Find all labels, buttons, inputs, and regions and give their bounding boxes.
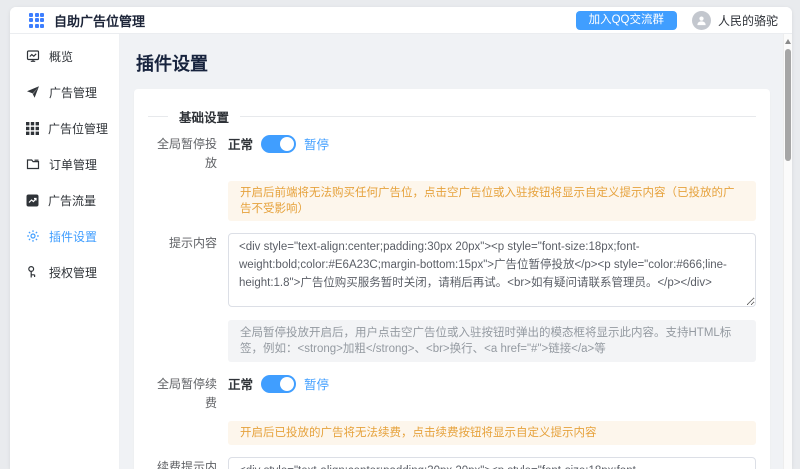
renewal-prompt-content-label: 续费提示内容: [156, 460, 217, 469]
avatar[interactable]: [691, 10, 711, 30]
paper-plane-icon: [27, 86, 39, 98]
username[interactable]: 人民的骆驼: [718, 12, 778, 29]
page-title: 插件设置: [136, 54, 208, 74]
key-icon: [28, 265, 36, 278]
gear-icon: [27, 230, 39, 242]
sidebar-item-label: 广告管理: [49, 85, 98, 100]
pause-renewal-state-normal: 正常: [228, 378, 254, 392]
renewal-prompt-content-textarea[interactable]: <div style="text-align:center;padding:30…: [228, 457, 756, 469]
pause-delivery-warning: 开启后前端将无法购买任何广告位，点击空广告位或入驻按钮将显示自定义提示内容（已投…: [228, 181, 756, 221]
pause-delivery-label: 全局暂停投放: [156, 137, 217, 170]
sidebar-item-authorization-management[interactable]: 授权管理: [10, 254, 119, 290]
sidebar-item-label: 授权管理: [49, 265, 98, 280]
pause-delivery-state-paused: 暂停: [304, 138, 330, 152]
folder-icon: [26, 159, 40, 170]
grid-icon: [26, 121, 39, 135]
sidebar-item-label: 概览: [49, 49, 74, 64]
pause-delivery-switch[interactable]: [261, 134, 297, 153]
sidebar-item-ad-slot-management[interactable]: 广告位管理: [10, 110, 119, 146]
sidebar-item-label: 广告位管理: [48, 121, 109, 136]
section-divider: 基础设置: [148, 107, 756, 126]
sidebar-item-ad-management[interactable]: 广告管理: [10, 74, 119, 110]
sidebar-item-plugin-settings[interactable]: 插件设置: [10, 218, 119, 254]
section-title: 基础设置: [179, 111, 230, 125]
user-icon: [697, 16, 706, 25]
sidebar-item-overview[interactable]: 概览: [10, 38, 119, 74]
prompt-content-help: 全局暂停投放开启后，用户点击空广告位或入驻按钮时弹出的模态框将显示此内容。支持H…: [228, 320, 756, 362]
sidebar-item-label: 订单管理: [49, 157, 98, 172]
chart-icon: [26, 194, 39, 206]
sidebar-item-ad-traffic[interactable]: 广告流量: [10, 182, 119, 218]
join-qq-button[interactable]: 加入QQ交流群: [575, 10, 677, 30]
pause-renewal-switch[interactable]: [261, 374, 297, 393]
dashboard-icon: [26, 50, 40, 62]
pause-renewal-label: 全局暂停续费: [156, 377, 217, 410]
app-title: 自助广告位管理: [54, 13, 146, 29]
app-window: 自助广告位管理 加入QQ交流群 人民的骆驼 概览 广告管理 广告位管理 订单管理…: [10, 7, 792, 469]
settings-card: 基础设置 全局暂停投放 正常 暂停 开启后前端将无法购买任何广告位，点击空广告位…: [134, 89, 770, 469]
scroll-up-icon[interactable]: [785, 39, 791, 44]
app-grid-icon: [29, 12, 44, 28]
sidebar-item-label: 插件设置: [49, 229, 98, 244]
sidebar-item-label: 广告流量: [48, 193, 97, 208]
prompt-content-textarea[interactable]: <div style="text-align:center;padding:30…: [228, 233, 756, 307]
pause-renewal-state-paused: 暂停: [304, 378, 330, 392]
switch-knob: [280, 376, 295, 391]
scrollbar-track[interactable]: [783, 34, 792, 469]
sidebar: 概览 广告管理 广告位管理 订单管理 广告流量 插件设置 授权管理: [10, 34, 120, 469]
sidebar-item-order-management[interactable]: 订单管理: [10, 146, 119, 182]
pause-delivery-state-normal: 正常: [228, 138, 254, 152]
scrollbar-thumb[interactable]: [785, 49, 791, 161]
top-header: 自助广告位管理 加入QQ交流群 人民的骆驼: [10, 7, 792, 34]
main-content: 插件设置 基础设置 全局暂停投放 正常 暂停 开启后前端将无法购买任何广告位，点…: [120, 34, 792, 469]
switch-knob: [280, 136, 295, 151]
pause-renewal-warning: 开启后已投放的广告将无法续费，点击续费按钮将显示自定义提示内容: [228, 421, 756, 445]
prompt-content-label: 提示内容: [168, 236, 217, 250]
